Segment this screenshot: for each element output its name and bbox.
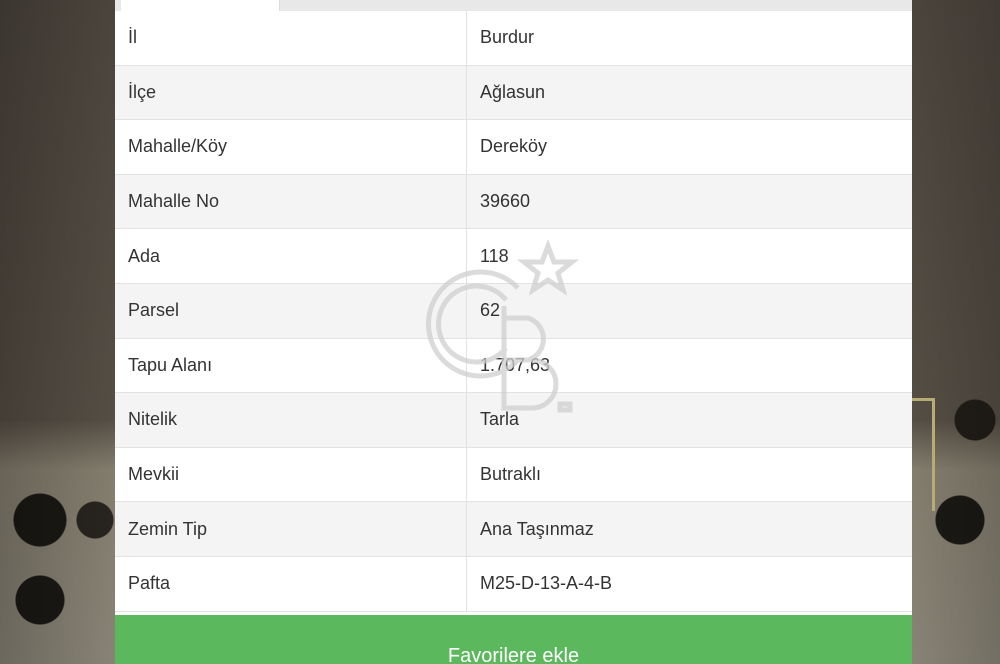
table-row: Zemin Tip Ana Taşınmaz <box>115 501 912 557</box>
property-info-panel: İl Burdur İlçe Ağlasun Mahalle/Köy Derek… <box>115 0 912 664</box>
table-row: Ada 118 <box>115 228 912 284</box>
row-value: Butraklı <box>466 447 912 503</box>
table-row: Mahalle/Köy Dereköy <box>115 119 912 175</box>
row-value: 62 <box>466 283 912 339</box>
table-row: Mahalle No 39660 <box>115 174 912 230</box>
row-key: Mevkii <box>115 447 467 503</box>
row-value: Dereköy <box>466 119 912 175</box>
row-value: M25-D-13-A-4-B <box>466 556 912 612</box>
row-value: 1.707,63 <box>466 338 912 394</box>
row-key: Ada <box>115 228 467 284</box>
background-right-shade <box>912 0 1000 664</box>
row-value: 39660 <box>466 174 912 230</box>
row-value: Ana Taşınmaz <box>466 501 912 557</box>
table-row: Tapu Alanı 1.707,63 <box>115 338 912 394</box>
row-key: Mahalle/Köy <box>115 119 467 175</box>
background-left-shade <box>0 0 115 664</box>
table-row: Pafta M25-D-13-A-4-B <box>115 556 912 612</box>
row-value: Burdur <box>466 11 912 66</box>
table-row: Mevkii Butraklı <box>115 447 912 503</box>
table-row: İl Burdur <box>115 11 912 66</box>
property-info-table: İl Burdur İlçe Ağlasun Mahalle/Köy Derek… <box>115 11 912 612</box>
tab-active[interactable] <box>121 0 280 11</box>
row-key: Parsel <box>115 283 467 339</box>
row-key: İlçe <box>115 65 467 121</box>
row-key: Tapu Alanı <box>115 338 467 394</box>
row-value: 118 <box>466 228 912 284</box>
row-key: İl <box>115 11 467 66</box>
table-row: Parsel 62 <box>115 283 912 339</box>
add-to-favorites-button[interactable]: Favorilere ekle <box>115 615 912 664</box>
row-key: Mahalle No <box>115 174 467 230</box>
row-value: Tarla <box>466 392 912 448</box>
row-value: Ağlasun <box>466 65 912 121</box>
row-key: Nitelik <box>115 392 467 448</box>
table-row: Nitelik Tarla <box>115 392 912 448</box>
table-row: İlçe Ağlasun <box>115 65 912 121</box>
row-key: Zemin Tip <box>115 501 467 557</box>
background-frame <box>912 398 935 511</box>
row-key: Pafta <box>115 556 467 612</box>
